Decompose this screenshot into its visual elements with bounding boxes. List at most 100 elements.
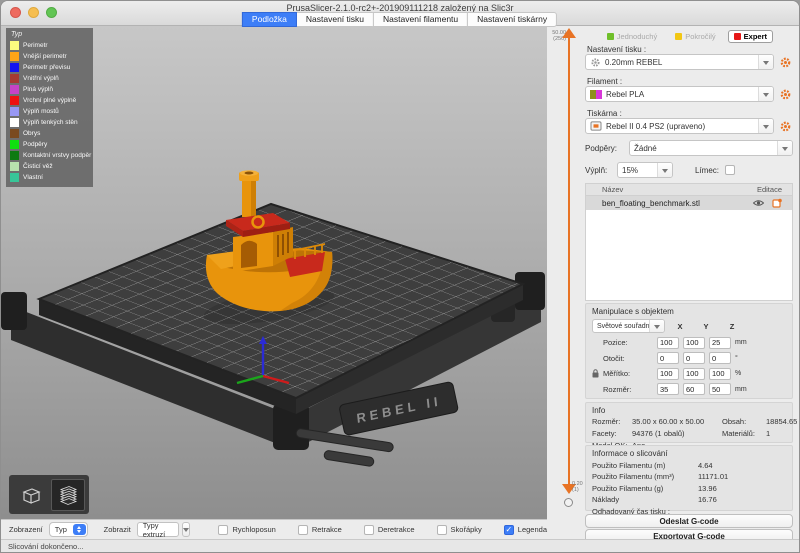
volume-value: 18854.65	[766, 417, 797, 426]
checkbox[interactable]	[437, 525, 447, 535]
filament-row: Rebel PLA	[585, 86, 793, 102]
show-combo[interactable]: Typy extruzí	[137, 522, 180, 537]
view-mode-value: Typ	[55, 525, 67, 534]
value-input-y[interactable]	[683, 337, 705, 349]
print-settings-select[interactable]: 0.20mm REBEL	[585, 54, 774, 70]
checkbox-label: Deretrakce	[378, 525, 415, 534]
value-input-x[interactable]	[657, 352, 679, 364]
unit-label: mm	[735, 386, 749, 393]
mode-button[interactable]: Pokročilý	[669, 30, 721, 43]
chevron-down-icon[interactable]	[657, 163, 672, 177]
tab[interactable]: Nastavení tiskárny	[467, 12, 557, 27]
gear-icon	[779, 56, 792, 69]
value-input-y[interactable]	[683, 368, 705, 380]
mode-button[interactable]: Expert	[728, 30, 773, 43]
view-option: Deretrakce	[364, 525, 415, 535]
send-gcode-button[interactable]: Odeslat G-code	[585, 514, 793, 528]
value-input-x[interactable]	[657, 337, 679, 349]
value-input-z[interactable]	[709, 337, 731, 349]
print-settings-label: Nastavení tisku :	[587, 45, 646, 54]
legend-item-label: Vrchní plné výplně	[23, 97, 76, 104]
supports-select[interactable]: Žádné	[629, 140, 793, 156]
slicing-row-label: Použito Filamentu (m)	[592, 461, 698, 470]
layers-view-button[interactable]	[51, 479, 85, 511]
checkbox[interactable]	[504, 525, 514, 535]
manipulation-panel: Manipulace s objektem Světové souřadnice…	[585, 303, 793, 399]
legend-item: Plná výplň	[10, 84, 89, 95]
brim-checkbox[interactable]	[725, 165, 735, 175]
status-text: Slicování dokončeno...	[8, 542, 83, 551]
stepper-icon[interactable]	[73, 524, 86, 535]
value-input-z[interactable]	[709, 352, 731, 364]
supports-value: Žádné	[634, 144, 657, 153]
settings-tabs: Podložka Nastavení tisku Nastavení filam…	[243, 12, 557, 27]
checkbox-label: Skořápky	[451, 525, 482, 534]
value-input-z[interactable]	[709, 383, 731, 395]
legend-item: Perimetr převisu	[10, 62, 89, 73]
supports-label: Podpěry:	[585, 144, 625, 153]
infill-select[interactable]: 15%	[617, 162, 673, 178]
print-settings-value: 0.20mm REBEL	[605, 58, 662, 67]
coord-system-select[interactable]: Světové souřadnice	[592, 319, 665, 333]
edit-column-header: Editace	[757, 185, 782, 194]
value-input-x[interactable]	[657, 368, 679, 380]
legend-item: Čisticí věž	[10, 161, 89, 172]
tab[interactable]: Nastavení tisku	[296, 12, 374, 27]
filament-gear-button[interactable]	[778, 87, 793, 102]
value-input-x[interactable]	[657, 383, 679, 395]
chevron-down-icon[interactable]	[758, 87, 773, 101]
3d-view-button[interactable]	[14, 479, 48, 511]
legend-color-swatch	[10, 140, 19, 149]
value-input-y[interactable]	[683, 352, 705, 364]
legend-item: Kontaktní vrstvy podpěr	[10, 150, 89, 161]
tab[interactable]: Podložka	[242, 12, 297, 27]
view-option: Rychloposun	[218, 525, 275, 535]
checkbox-label: Legenda	[518, 525, 547, 534]
single-layer-toggle-icon[interactable]	[564, 498, 573, 507]
value-input-y[interactable]	[683, 383, 705, 395]
value-input-z[interactable]	[709, 368, 731, 380]
legend-item: Výplň mostů	[10, 106, 89, 117]
materials-value: 1	[766, 429, 797, 438]
filament-select[interactable]: Rebel PLA	[585, 86, 774, 102]
3d-viewport[interactable]: REBEL II	[1, 26, 547, 519]
show-dropdown-button[interactable]	[182, 522, 190, 537]
brim-label: Límec:	[695, 166, 719, 175]
checkbox[interactable]	[218, 525, 228, 535]
legend-item: Vnější perimetr	[10, 51, 89, 62]
manipulation-row-label: Měřítko:	[603, 369, 653, 378]
tab[interactable]: Nastavení filamentu	[373, 12, 468, 27]
mode-switcher: Jednoduchý Pokročilý Expert	[585, 30, 773, 43]
filament-color-icon	[590, 90, 602, 99]
legend-color-swatch	[10, 162, 19, 171]
chevron-down-icon[interactable]	[649, 320, 664, 332]
legend-item-label: Perimetr	[23, 42, 48, 49]
printer-select[interactable]: Rebel II 0.4 PS2 (upraveno)	[585, 118, 774, 134]
chevron-down-icon[interactable]	[758, 119, 773, 133]
view-mode-select[interactable]: Typ	[49, 522, 88, 537]
print-settings-gear-button[interactable]	[778, 55, 793, 70]
chevron-down-icon[interactable]	[777, 141, 792, 155]
gear-icon	[779, 120, 792, 133]
facets-value: 94376 (1 obalů)	[632, 429, 722, 438]
slider-track[interactable]	[568, 36, 570, 488]
gear-icon	[590, 57, 601, 68]
eye-icon[interactable]	[753, 199, 764, 207]
legend-item-label: Obrys	[23, 130, 40, 137]
legend-title: Typ	[11, 31, 89, 38]
printer-gear-button[interactable]	[778, 119, 793, 134]
mode-color-icon	[734, 33, 741, 40]
layer-slider[interactable]: 50.00 (250) 0.20 (1)	[547, 26, 581, 519]
edit-icon[interactable]	[772, 198, 782, 208]
object-list[interactable]: ben_floating_benchmark.stl	[585, 196, 793, 301]
chevron-down-icon[interactable]	[758, 55, 773, 69]
lock-icon[interactable]	[592, 369, 599, 378]
checkbox[interactable]	[298, 525, 308, 535]
axis-header-y: Y	[695, 322, 717, 331]
manipulation-row-label: Rozměr:	[603, 385, 653, 394]
object-list-row[interactable]: ben_floating_benchmark.stl	[586, 196, 792, 210]
checkbox[interactable]	[364, 525, 374, 535]
legend-item: Vrchní plné výplně	[10, 95, 89, 106]
legend-item-label: Vnitřní výplň	[23, 75, 59, 82]
mode-button[interactable]: Jednoduchý	[601, 30, 663, 43]
